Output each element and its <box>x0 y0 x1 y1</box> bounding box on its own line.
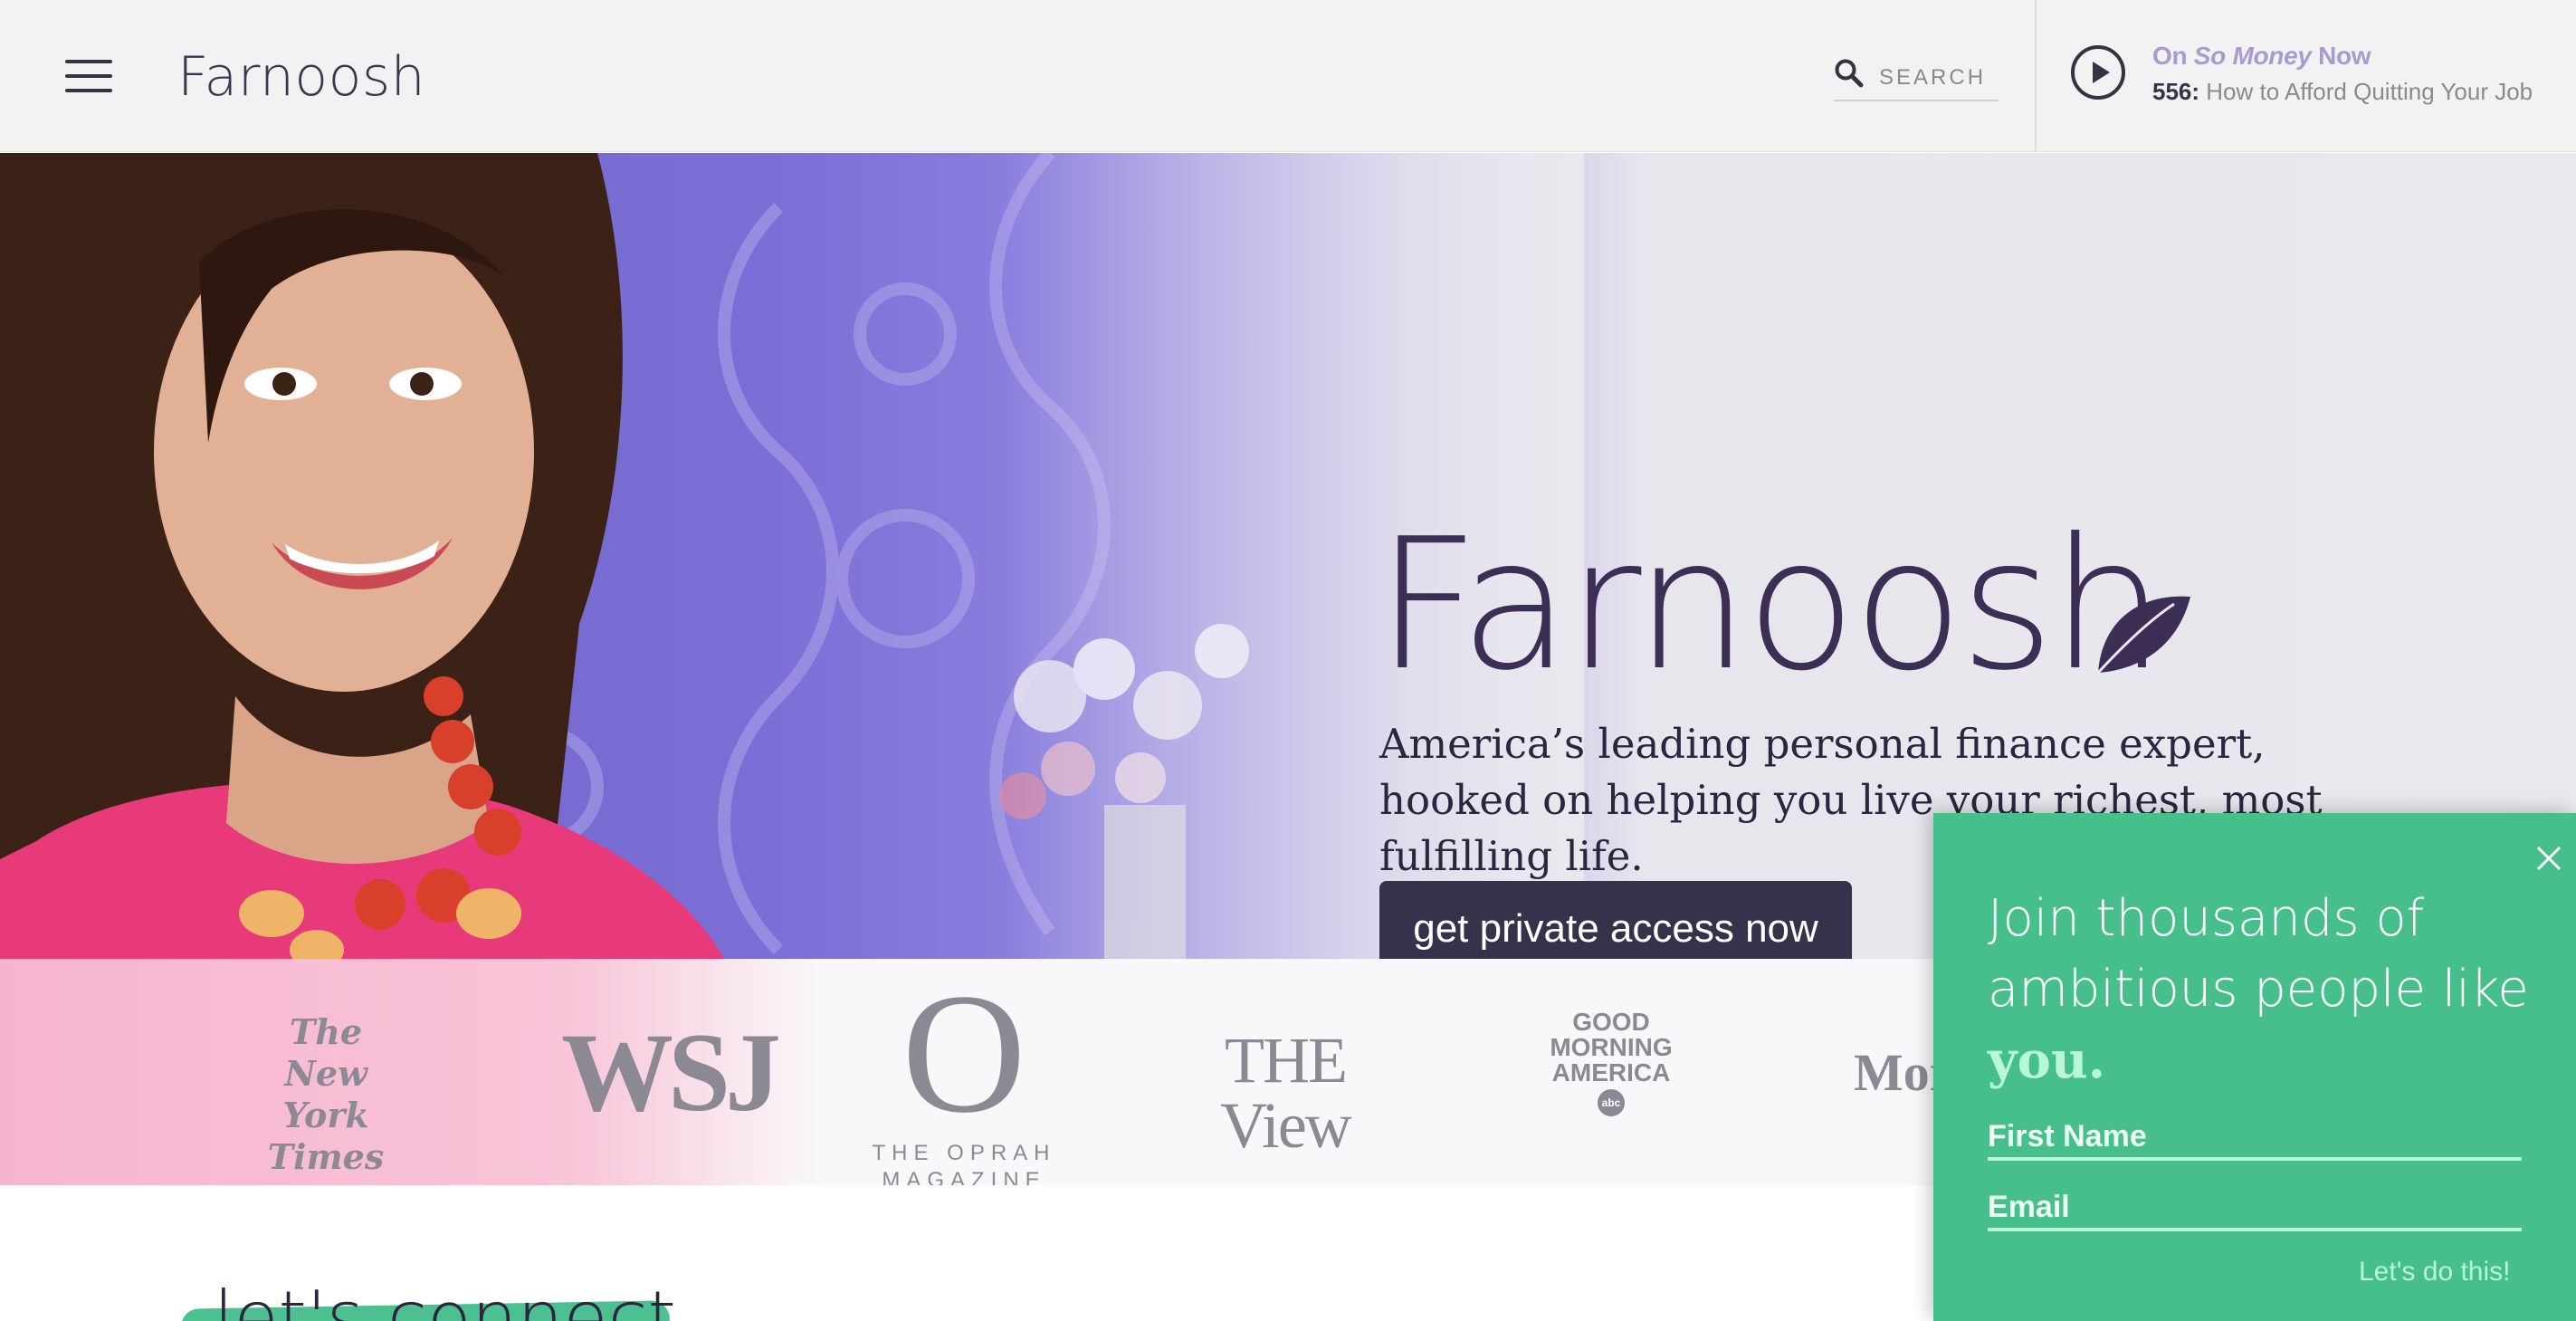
wsj-logo: WSJ <box>561 1010 781 1134</box>
now-playing-title: On So Money Now <box>2152 42 2371 70</box>
now-playing[interactable]: On So Money Now 556: How to Afford Quitt… <box>2152 42 2533 106</box>
first-name-field[interactable] <box>1988 1115 2522 1161</box>
close-icon[interactable] <box>2534 844 2563 873</box>
nyt-logo: The New York Times <box>267 1011 385 1177</box>
gma-logo: GOOD MORNING AMERICA abc <box>1530 1010 1693 1116</box>
hero-logo-wordmark: Farnoosh <box>1376 500 2165 711</box>
the-view-logo: THE View <box>1220 1024 1352 1162</box>
abc-badge: abc <box>1598 1089 1625 1116</box>
section-heading-partial: let's connect <box>214 1276 676 1321</box>
oprah-magazine-logo: O THE OPRAH MAGAZINE <box>869 968 1059 1194</box>
leaf-icon <box>2096 596 2190 675</box>
get-private-access-button[interactable]: get private access now <box>1379 881 1852 959</box>
signup-heading: Join thousands of ambitious people like … <box>1988 889 2529 1090</box>
search-label: SEARCH <box>1879 65 1987 90</box>
submit-signup-button[interactable]: Let's do this! <box>2359 1257 2511 1287</box>
site-header: Farnoosh SEARCH On So Money Now 556: How… <box>0 0 2576 152</box>
oprah-logo-letter: O <box>902 959 1026 1149</box>
signup-popup: Join thousands of ambitious people like … <box>1933 813 2576 1321</box>
gma-logo-text: GOOD MORNING AMERICA <box>1550 1008 1673 1086</box>
search-icon <box>1835 59 1864 88</box>
play-icon[interactable] <box>2069 43 2127 101</box>
site-brand[interactable]: Farnoosh <box>177 45 425 109</box>
signup-heading-accent: you. <box>1988 1030 2106 1090</box>
now-playing-episode[interactable]: 556: How to Afford Quitting Your Job <box>2152 78 2533 106</box>
header-divider <box>2035 0 2037 152</box>
hero-portrait-image <box>0 153 724 959</box>
hamburger-menu-icon[interactable] <box>65 58 112 94</box>
email-field[interactable] <box>1988 1186 2522 1231</box>
search-box[interactable]: SEARCH <box>1834 54 1999 101</box>
